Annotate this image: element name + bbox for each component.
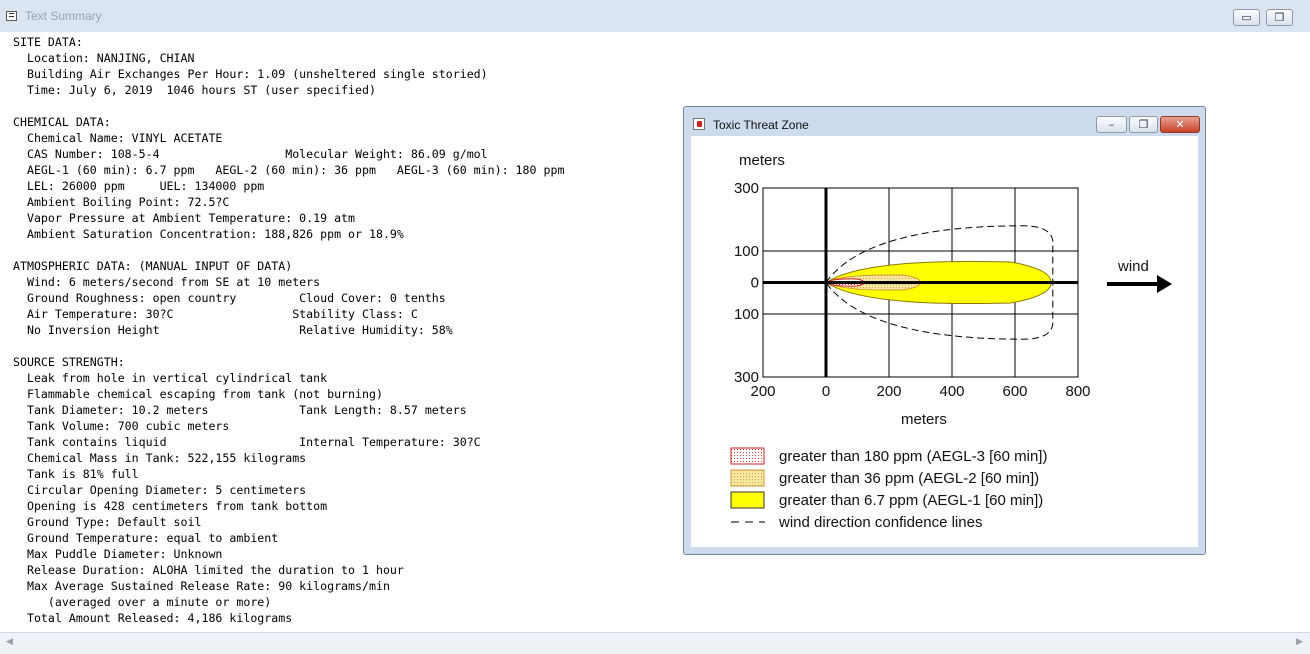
summary-line: ATMOSPHERIC DATA: (MANUAL INPUT OF DATA) [13, 259, 293, 273]
wind-arrow-icon [1107, 275, 1172, 293]
summary-line: Circular Opening Diameter: 5 centimeters [13, 483, 307, 497]
summary-line: Vapor Pressure at Ambient Temperature: 0… [13, 211, 356, 225]
x-unit-label: meters [901, 411, 947, 428]
x-tick-label: 800 [1065, 383, 1090, 400]
threat-zone-window-icon [693, 118, 705, 130]
threat-close-button[interactable]: ✕ [1160, 116, 1200, 133]
legend-swatch [730, 447, 765, 465]
legend-label: greater than 36 ppm (AEGL-2 [60 min]) [779, 470, 1039, 487]
summary-line: Chemical Name: VINYL ACETATE [13, 131, 223, 145]
summary-line: Building Air Exchanges Per Hour: 1.09 (u… [13, 67, 488, 81]
summary-line: (averaged over a minute or more) [13, 595, 272, 609]
scroll-left-arrow-icon[interactable]: ◀ [6, 637, 13, 647]
legend-label: greater than 6.7 ppm (AEGL-1 [60 min]) [779, 492, 1043, 509]
legend-swatch [730, 469, 765, 487]
threat-zone-client: meters meters 200 0 200 400 600 800 300 100 0 100… [691, 136, 1198, 547]
y-tick-label: 100 [734, 306, 759, 323]
summary-line: Ground Type: Default soil [13, 515, 202, 529]
x-tick-label: 200 [876, 383, 901, 400]
y-unit-label: meters [739, 152, 785, 169]
summary-line: Leak from hole in vertical cylindrical t… [13, 371, 328, 385]
app-icon [6, 11, 17, 21]
main-window-title: Text Summary [25, 9, 102, 23]
summary-line: Max Average Sustained Release Rate: 90 k… [13, 579, 390, 593]
x-tick-label: 400 [939, 383, 964, 400]
legend-label: greater than 180 ppm (AEGL-3 [60 min]) [779, 448, 1047, 465]
threat-zone-window-title: Toxic Threat Zone [713, 118, 809, 132]
scroll-right-arrow-icon[interactable]: ▶ [1296, 637, 1303, 647]
threat-minimize-button[interactable]: – [1096, 116, 1127, 133]
summary-line: Time: July 6, 2019 1046 hours ST (user s… [13, 83, 376, 97]
y-tick-label: 300 [734, 369, 759, 386]
summary-line: Ground Temperature: equal to ambient [13, 531, 279, 545]
summary-line: Total Amount Released: 4,186 kilograms [13, 611, 293, 625]
legend: greater than 180 ppm (AEGL-3 [60 min]) gr… [730, 447, 1047, 531]
wind-label: wind [1117, 258, 1149, 275]
main-restore-button[interactable]: ❐ [1266, 9, 1293, 26]
y-tick-label: 300 [734, 180, 759, 197]
legend-label: wind direction confidence lines [778, 514, 982, 531]
y-tick-label: 0 [751, 275, 759, 292]
summary-line: Opening is 428 centimeters from tank bot… [13, 499, 328, 513]
main-title-bar: Text Summary ▭ ❐ [0, 0, 1310, 33]
summary-line: Tank contains liquid Internal Temperatur… [13, 435, 481, 449]
summary-line: SOURCE STRENGTH: [13, 355, 125, 369]
summary-line: SITE DATA: [13, 35, 83, 49]
y-tick-label: 100 [734, 243, 759, 260]
summary-line: Chemical Mass in Tank: 522,155 kilograms [13, 451, 307, 465]
summary-line: Ground Roughness: open country Cloud Cov… [13, 291, 446, 305]
x-tick-label: 0 [822, 383, 830, 400]
summary-line: AEGL-1 (60 min): 6.7 ppm AEGL-2 (60 min)… [13, 163, 565, 177]
summary-line: Ambient Boiling Point: 72.5?C [13, 195, 230, 209]
summary-line: Tank Diameter: 10.2 meters Tank Length: … [13, 403, 467, 417]
summary-line: CAS Number: 108-5-4 Molecular Weight: 86… [13, 147, 488, 161]
main-minimize-button[interactable]: ▭ [1233, 9, 1260, 26]
summary-line: Tank Volume: 700 cubic meters [13, 419, 230, 433]
threat-zone-chart: meters meters 200 0 200 400 600 8003001000100… [730, 152, 1172, 531]
summary-line: Release Duration: ALOHA limited the dura… [13, 563, 404, 577]
toxic-threat-zone-window[interactable]: Toxic Threat Zone – ❐ ✕ meters meters 20… [683, 106, 1206, 555]
summary-line: Location: NANJING, CHIAN [13, 51, 195, 65]
summary-line: Air Temperature: 30?C Stability Class: C [13, 307, 418, 321]
summary-line: Flammable chemical escaping from tank (n… [13, 387, 383, 401]
legend-swatch [730, 491, 765, 509]
threat-restore-button[interactable]: ❐ [1129, 116, 1158, 133]
summary-line: Wind: 6 meters/second from SE at 10 mete… [13, 275, 321, 289]
summary-line: LEL: 26000 ppm UEL: 134000 ppm [13, 179, 265, 193]
horizontal-scrollbar[interactable]: ◀ ▶ [0, 632, 1310, 654]
summary-line: Tank is 81% full [13, 467, 139, 481]
summary-line: Max Puddle Diameter: Unknown [13, 547, 223, 561]
summary-line: No Inversion Height Relative Humidity: 5… [13, 323, 453, 337]
x-tick-label: 600 [1002, 383, 1027, 400]
summary-line: CHEMICAL DATA: [13, 115, 111, 129]
summary-line: Ambient Saturation Concentration: 188,82… [13, 227, 404, 241]
